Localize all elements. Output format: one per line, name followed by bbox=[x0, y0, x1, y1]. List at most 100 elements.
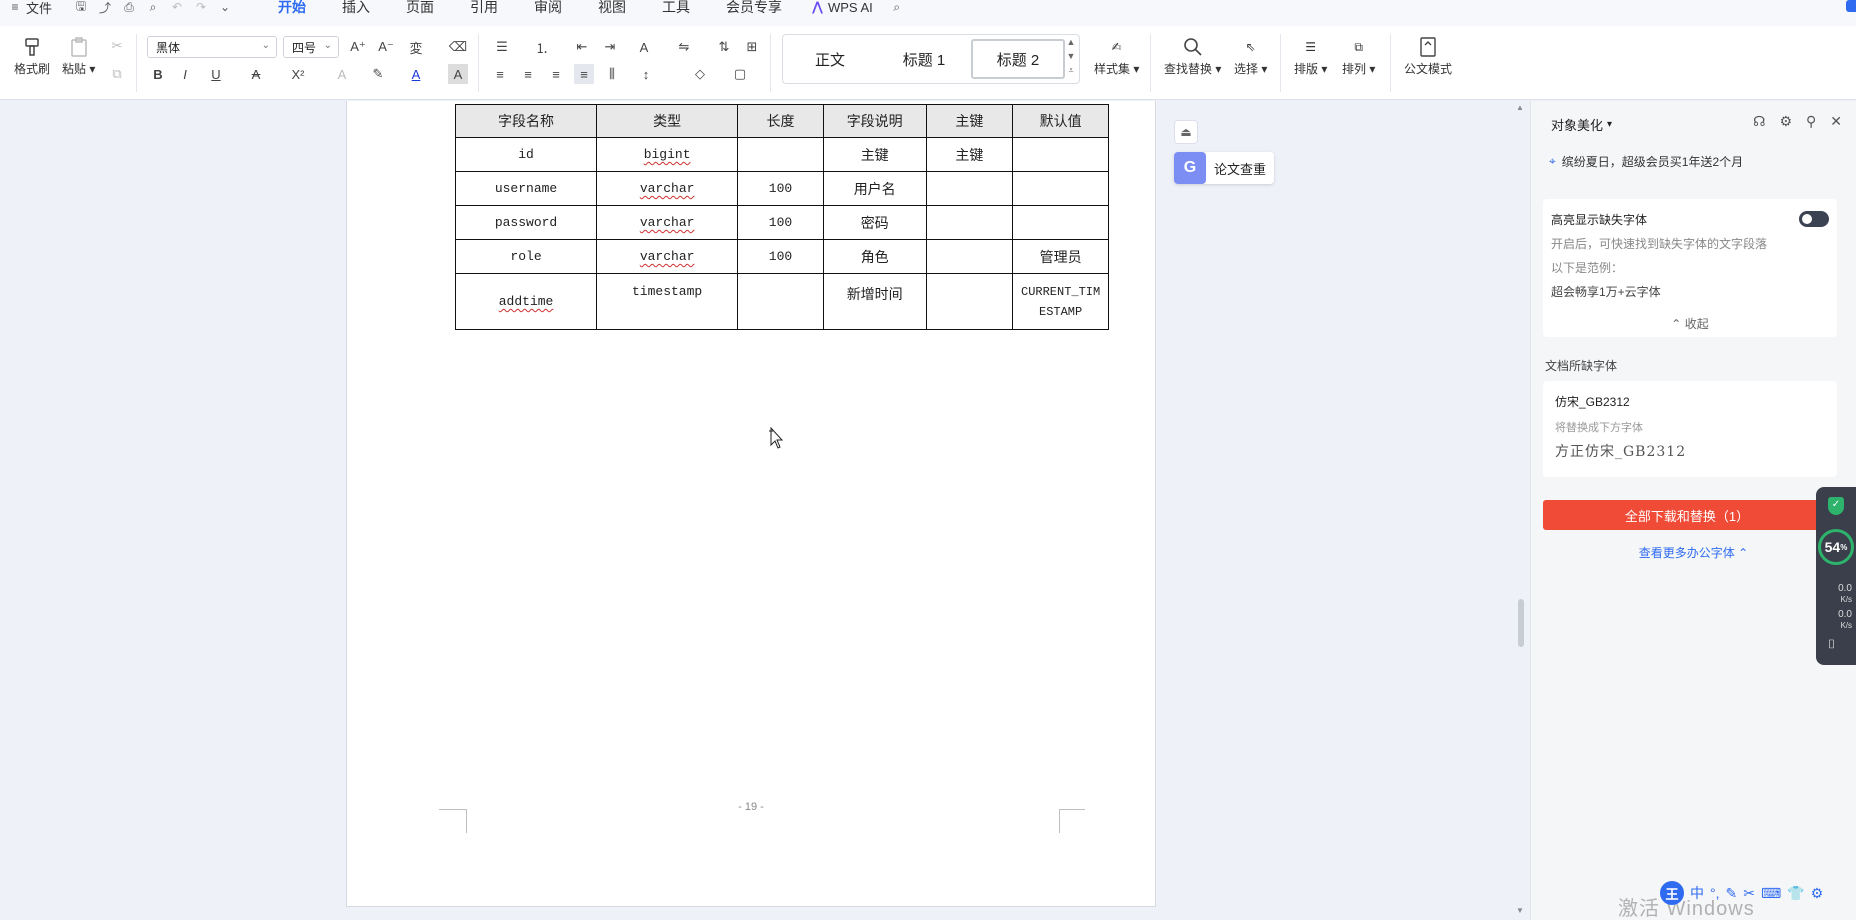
table-cell[interactable] bbox=[737, 137, 824, 172]
gear-icon[interactable]: ⚙ bbox=[1779, 113, 1792, 130]
style-heading-1[interactable]: 标题 1 bbox=[877, 39, 971, 79]
scroll-down-icon[interactable]: ▼ bbox=[1516, 906, 1524, 915]
official-mode-button[interactable]: 公文模式 bbox=[1404, 34, 1452, 77]
undo-icon[interactable]: ↶ bbox=[170, 0, 184, 14]
table-cell[interactable]: bigint bbox=[596, 137, 739, 172]
expand-gallery-icon[interactable]: ⩡ bbox=[1068, 65, 1073, 76]
select-button[interactable]: ⇖ 选择 ▾ bbox=[1234, 34, 1267, 77]
redo-icon[interactable]: ↷ bbox=[194, 0, 208, 14]
underline-icon[interactable]: U bbox=[206, 64, 226, 84]
pen-icon[interactable]: ✎ bbox=[1726, 885, 1738, 902]
font-size-select[interactable]: 四号 ⌄ bbox=[283, 36, 339, 58]
align-right-icon[interactable]: ≡ bbox=[546, 64, 566, 84]
keyboard-icon[interactable]: ⌨ bbox=[1761, 885, 1781, 902]
promo-banner[interactable]: ⌖ 缤纷夏日，超级会员买1年送2个月 bbox=[1549, 153, 1743, 170]
arrange-button[interactable]: ⧉ 排列 ▾ bbox=[1342, 34, 1375, 77]
table-cell[interactable]: 100 bbox=[737, 171, 824, 206]
cut-icon[interactable]: ✂ bbox=[107, 36, 127, 56]
italic-icon[interactable]: I bbox=[175, 64, 195, 84]
bold-icon[interactable]: B bbox=[148, 64, 168, 84]
account-badge[interactable] bbox=[1846, 0, 1856, 12]
chevron-down-icon[interactable]: ▼ bbox=[1067, 51, 1076, 61]
table-cell[interactable] bbox=[1012, 205, 1109, 240]
tab-references[interactable]: 引用 bbox=[452, 0, 516, 17]
increase-indent-icon[interactable]: ⇥ bbox=[600, 37, 620, 57]
customize-chevron-icon[interactable]: ⌄ bbox=[218, 0, 232, 14]
paragraph-spacing-icon[interactable]: ↕ bbox=[636, 64, 656, 84]
panel-title[interactable]: 对象美化 ▾ bbox=[1551, 115, 1612, 134]
gallery-scroll[interactable]: ▲ ▼ ⩡ bbox=[1065, 37, 1077, 76]
table-cell[interactable]: 主键 bbox=[925, 137, 1014, 172]
align-center-icon[interactable]: ≡ bbox=[518, 64, 538, 84]
decrease-indent-icon[interactable]: ⇤ bbox=[572, 37, 592, 57]
table-cell[interactable]: 100 bbox=[737, 205, 824, 240]
char-shading-icon[interactable]: A bbox=[448, 64, 468, 84]
table-cell[interactable] bbox=[925, 205, 1014, 240]
download-replace-all-button[interactable]: 全部下载和替换（1） bbox=[1543, 500, 1831, 530]
text-direction-icon[interactable]: A bbox=[634, 37, 654, 57]
strikethrough-icon[interactable]: A bbox=[246, 64, 266, 84]
table-cell[interactable]: role bbox=[454, 239, 598, 274]
table-cell[interactable]: varchar bbox=[596, 239, 739, 274]
format-painter-button[interactable]: 格式刷 bbox=[14, 34, 50, 77]
superscript-icon[interactable]: X² bbox=[288, 64, 308, 84]
chevron-up-icon[interactable]: ▲ bbox=[1067, 37, 1076, 47]
style-heading-2[interactable]: 标题 2 bbox=[971, 39, 1065, 79]
table-cell[interactable]: 主键 bbox=[822, 137, 927, 172]
show-marks-icon[interactable]: ⊞ bbox=[742, 37, 762, 57]
sort-icon[interactable]: ⇅ bbox=[714, 37, 734, 57]
table-cell[interactable] bbox=[925, 171, 1014, 206]
punctuation-icon[interactable]: °, bbox=[1710, 885, 1720, 901]
tab-member[interactable]: 会员专享 bbox=[708, 0, 800, 17]
gear-icon[interactable]: ⚙ bbox=[1811, 885, 1824, 902]
shading-icon[interactable]: ◇ bbox=[690, 64, 710, 84]
table-cell[interactable] bbox=[737, 273, 824, 330]
table-cell[interactable]: 新增时间 bbox=[822, 273, 927, 330]
table-cell[interactable]: addtime bbox=[454, 273, 598, 330]
paper-check-button[interactable]: G 论文查重 bbox=[1174, 152, 1274, 184]
ime-logo-icon[interactable]: 王 bbox=[1660, 881, 1684, 905]
paste-button[interactable]: 粘贴 ▾ bbox=[62, 34, 95, 77]
table-cell[interactable]: 管理员 bbox=[1012, 239, 1109, 274]
print-preview-icon[interactable]: ⌕ bbox=[146, 0, 160, 14]
font-name-select[interactable]: 黑体 ⌄ bbox=[147, 36, 277, 58]
table-cell[interactable]: password bbox=[454, 205, 598, 240]
print-icon[interactable]: ⎙ bbox=[122, 0, 136, 14]
table-cell[interactable]: timestamp bbox=[596, 273, 739, 330]
file-menu[interactable]: ≡ 文件 bbox=[0, 0, 60, 16]
ime-mode[interactable]: 中 bbox=[1690, 883, 1704, 903]
collapse-toolbar-button[interactable]: ⏏ bbox=[1174, 120, 1198, 144]
tab-insert[interactable]: 插入 bbox=[324, 0, 388, 17]
table-cell[interactable]: varchar bbox=[596, 171, 739, 206]
table-cell[interactable]: varchar bbox=[596, 205, 739, 240]
style-normal[interactable]: 正文 bbox=[783, 39, 877, 79]
tab-home[interactable]: 开始 bbox=[260, 0, 324, 31]
copy-icon[interactable]: ⧉ bbox=[107, 64, 127, 84]
scissors-icon[interactable]: ✂ bbox=[1743, 885, 1755, 902]
table-cell[interactable]: 密码 bbox=[822, 205, 927, 240]
scroll-up-icon[interactable]: ▲ bbox=[1516, 103, 1524, 112]
clear-format-icon[interactable]: ⌫ bbox=[448, 37, 468, 57]
table-cell[interactable]: id bbox=[454, 137, 598, 172]
find-replace-button[interactable]: 查找替换 ▾ bbox=[1164, 34, 1221, 77]
grow-font-icon[interactable]: A⁺ bbox=[348, 37, 368, 57]
tab-review[interactable]: 审阅 bbox=[516, 0, 580, 17]
table-cell[interactable] bbox=[925, 239, 1014, 274]
missing-font-card[interactable]: 仿宋_GB2312 将替换成下方字体 方正仿宋_GB2312 bbox=[1543, 381, 1837, 477]
wps-ai-button[interactable]: ⋀ WPS AI ⌕ bbox=[812, 0, 904, 15]
camera-icon[interactable]: ⌷ bbox=[1828, 637, 1835, 652]
skin-icon[interactable]: 👕 bbox=[1787, 885, 1804, 902]
document-scrollbar[interactable]: ▲ ▼ bbox=[1514, 101, 1528, 919]
table-cell[interactable] bbox=[1012, 171, 1109, 206]
table-cell[interactable]: CURRENT_TIM ESTAMP bbox=[1012, 273, 1109, 330]
search-icon[interactable]: ⌕ bbox=[890, 0, 904, 14]
headset-icon[interactable]: ☊ bbox=[1753, 113, 1765, 130]
tab-view[interactable]: 视图 bbox=[580, 0, 644, 17]
pin-icon[interactable]: ⚲ bbox=[1806, 113, 1816, 130]
table-cell[interactable] bbox=[1012, 137, 1109, 172]
align-left-icon[interactable]: ≡ bbox=[490, 64, 510, 84]
close-icon[interactable]: ✕ bbox=[1830, 113, 1842, 130]
save-icon[interactable]: 🖫 bbox=[74, 0, 88, 14]
bullet-list-icon[interactable]: ☰ bbox=[492, 37, 512, 57]
scrollbar-thumb[interactable] bbox=[1518, 599, 1524, 647]
